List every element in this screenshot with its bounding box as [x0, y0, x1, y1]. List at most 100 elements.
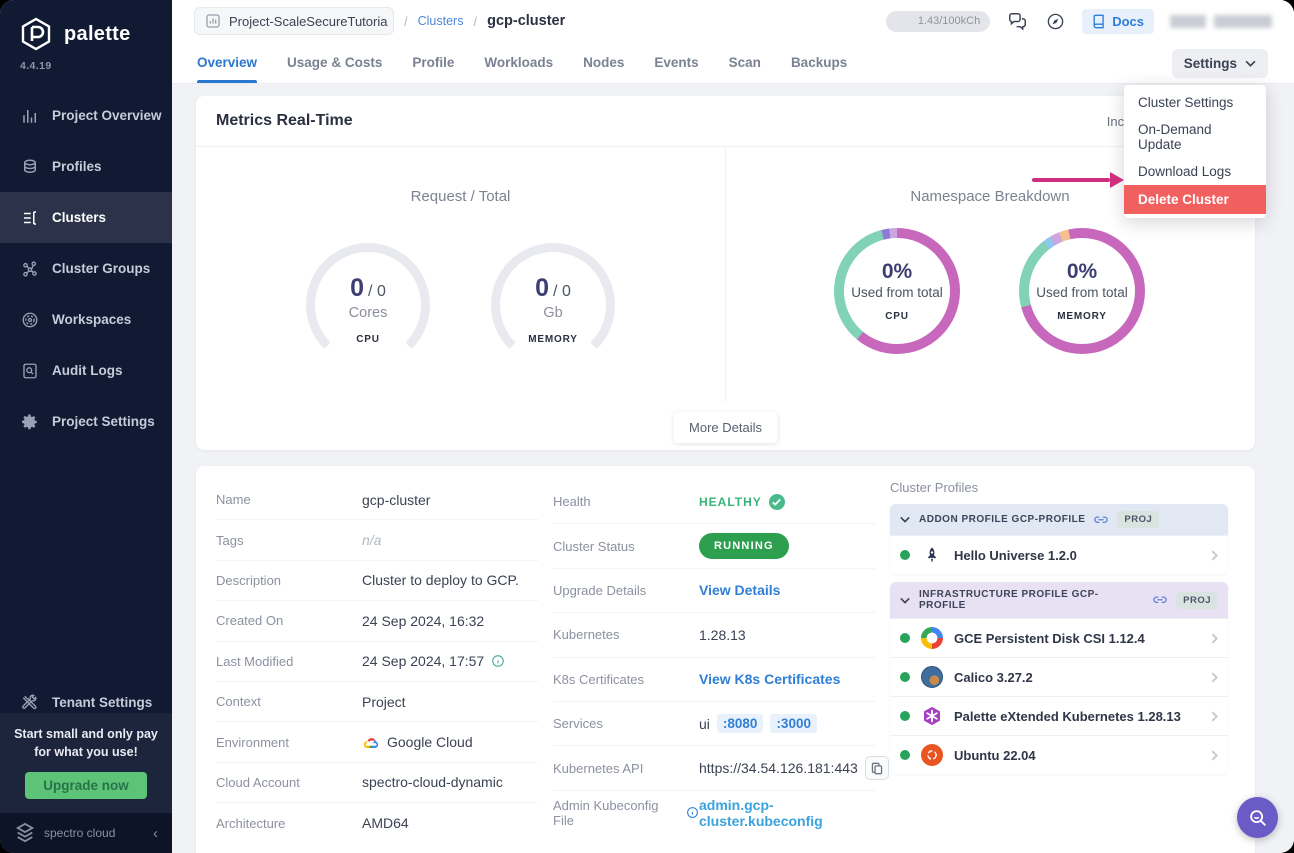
user-name-redacted[interactable]	[1170, 15, 1272, 28]
chevron-down-icon	[900, 597, 910, 604]
menu-item-on-demand-update[interactable]: On-Demand Update	[1124, 116, 1266, 158]
sidebar-footer: spectro cloud ‹	[0, 813, 172, 853]
detail-row-tags: Tags n/a	[216, 520, 538, 560]
tab-profile[interactable]: Profile	[412, 42, 454, 83]
footer-brand: spectro cloud	[44, 826, 115, 840]
info-icon[interactable]	[491, 654, 505, 668]
google-cloud-icon	[362, 735, 380, 749]
breadcrumb-current: gcp-cluster	[487, 13, 565, 29]
sidebar-nav: Project Overview Profiles Clusters Clust…	[0, 90, 172, 447]
sidebar-item-label: Tenant Settings	[52, 695, 152, 710]
delete-cluster-pointer-arrow	[1032, 171, 1128, 189]
copy-icon[interactable]	[865, 756, 889, 780]
memory-gauge-label: MEMORY	[528, 334, 577, 345]
detail-row-kubernetes-api: Kubernetes API https://34.54.126.181:443	[553, 746, 875, 790]
network-icon	[20, 259, 39, 278]
project-selector[interactable]: Project-ScaleSecureTutoria	[194, 7, 394, 35]
sidebar-item-project-settings[interactable]: Project Settings	[0, 396, 172, 447]
proj-badge: PROJ	[1117, 511, 1159, 528]
detail-row-admin-kubeconfig: Admin Kubeconfig File admin.gcp-cluster.…	[553, 791, 875, 835]
service-port-3000-link[interactable]: :3000	[770, 714, 817, 733]
chevron-right-icon	[1211, 550, 1218, 561]
profile-item-hello-universe[interactable]: Hello Universe 1.2.0	[890, 535, 1228, 574]
metrics-title: Metrics Real-Time	[216, 112, 353, 130]
menu-item-download-logs[interactable]: Download Logs	[1124, 158, 1266, 185]
cpu-gauge: 0/ 0 Cores CPU	[306, 243, 430, 367]
memory-donut-label: MEMORY	[1057, 311, 1106, 322]
sidebar-item-clusters[interactable]: Clusters	[0, 192, 172, 243]
palette-logo-icon	[18, 16, 54, 52]
gce-disk-icon	[921, 627, 943, 649]
tab-usage-costs[interactable]: Usage & Costs	[287, 42, 382, 83]
profile-item-calico[interactable]: Calico 3.27.2	[890, 657, 1228, 696]
cluster-details-card: Name gcp-cluster Tags n/a Description Cl…	[196, 466, 1255, 853]
upgrade-now-button[interactable]: Upgrade now	[25, 772, 147, 799]
docs-button[interactable]: Docs	[1082, 9, 1154, 34]
detail-row-cloud-account: Cloud Account spectro-cloud-dynamic	[216, 763, 538, 803]
details-right-column: Health HEALTHY Cluster Status RUNNING Up…	[553, 480, 875, 835]
topbar: Project-ScaleSecureTutoria / Clusters / …	[172, 0, 1294, 42]
cluster-profiles-title: Cluster Profiles	[890, 480, 1228, 495]
sidebar-item-label: Cluster Groups	[52, 261, 150, 276]
memory-donut-caption: Used from total	[1036, 285, 1128, 300]
info-icon[interactable]	[686, 806, 699, 819]
sidebar-item-project-overview[interactable]: Project Overview	[0, 90, 172, 141]
breadcrumb-clusters-link[interactable]: Clusters	[418, 14, 464, 28]
addon-profile-group: ADDON PROFILE GCP-PROFILE PROJ Hello Uni…	[890, 504, 1228, 574]
calico-icon	[921, 666, 943, 688]
addon-profile-header[interactable]: ADDON PROFILE GCP-PROFILE PROJ	[890, 504, 1228, 535]
sidebar-item-label: Profiles	[52, 159, 102, 174]
detail-row-context: Context Project	[216, 682, 538, 722]
view-details-link[interactable]: View Details	[699, 582, 780, 598]
tab-backups[interactable]: Backups	[791, 42, 847, 83]
tab-nodes[interactable]: Nodes	[583, 42, 624, 83]
sidebar-item-cluster-groups[interactable]: Cluster Groups	[0, 243, 172, 294]
memory-donut-percent: 0%	[1067, 260, 1097, 284]
kubeconfig-file-link[interactable]: admin.gcp-cluster.kubeconfig	[699, 797, 875, 829]
chevron-down-icon	[1245, 60, 1256, 67]
pxk-icon	[921, 705, 943, 727]
detail-row-environment: Environment Google Cloud	[216, 722, 538, 762]
memory-gauge: 0/ 0 Gb MEMORY	[491, 243, 615, 367]
cluster-list-icon	[20, 208, 39, 227]
link-icon[interactable]	[1153, 595, 1167, 605]
profile-item-gce-disk[interactable]: GCE Persistent Disk CSI 1.12.4	[890, 618, 1228, 657]
tab-workloads[interactable]: Workloads	[484, 42, 553, 83]
tab-overview[interactable]: Overview	[197, 42, 257, 83]
settings-button[interactable]: Settings	[1172, 49, 1268, 78]
view-k8s-certificates-link[interactable]: View K8s Certificates	[699, 671, 840, 687]
link-icon[interactable]	[1094, 515, 1108, 525]
sidebar-item-profiles[interactable]: Profiles	[0, 141, 172, 192]
tab-events[interactable]: Events	[654, 42, 698, 83]
chevron-down-icon	[900, 516, 910, 523]
detail-row-services: Services ui :8080 :3000	[553, 702, 875, 746]
book-icon	[1092, 14, 1106, 29]
service-port-8080-link[interactable]: :8080	[717, 714, 764, 733]
infrastructure-profile-header[interactable]: INFRASTRUCTURE PROFILE GCP-PROFILE PROJ	[890, 582, 1228, 618]
promo-text: Start small and only pay for what you us…	[10, 725, 162, 761]
chevron-right-icon	[1211, 633, 1218, 644]
collapse-sidebar-icon[interactable]: ‹	[153, 825, 158, 842]
namespace-memory-donut: 0% Used from total MEMORY	[1019, 228, 1145, 354]
status-dot	[900, 711, 910, 721]
sidebar-item-label: Clusters	[52, 210, 106, 225]
chat-icon[interactable]	[1006, 10, 1028, 32]
app-window: palette 4.4.19 Project Overview Profiles…	[0, 0, 1294, 853]
more-details-button[interactable]: More Details	[673, 412, 778, 443]
detail-row-description: Description Cluster to deploy to GCP.	[216, 561, 538, 601]
sidebar-item-workspaces[interactable]: Workspaces	[0, 294, 172, 345]
compass-icon[interactable]	[1044, 10, 1066, 32]
cluster-tabs: Overview Usage & Costs Profile Workloads…	[172, 42, 1294, 84]
sidebar: palette 4.4.19 Project Overview Profiles…	[0, 0, 172, 853]
menu-item-cluster-settings[interactable]: Cluster Settings	[1124, 89, 1266, 116]
infrastructure-profile-group: INFRASTRUCTURE PROFILE GCP-PROFILE PROJ …	[890, 582, 1228, 774]
sidebar-item-audit-logs[interactable]: Audit Logs	[0, 345, 172, 396]
brand-name: palette	[64, 23, 131, 46]
floating-search-button[interactable]	[1237, 797, 1278, 838]
menu-item-delete-cluster[interactable]: Delete Cluster	[1124, 185, 1266, 214]
tab-scan[interactable]: Scan	[729, 42, 761, 83]
profile-item-pxk[interactable]: Palette eXtended Kubernetes 1.28.13	[890, 696, 1228, 735]
profile-item-ubuntu[interactable]: Ubuntu 22.04	[890, 735, 1228, 774]
cpu-donut-percent: 0%	[882, 260, 912, 284]
tools-icon	[20, 693, 39, 712]
